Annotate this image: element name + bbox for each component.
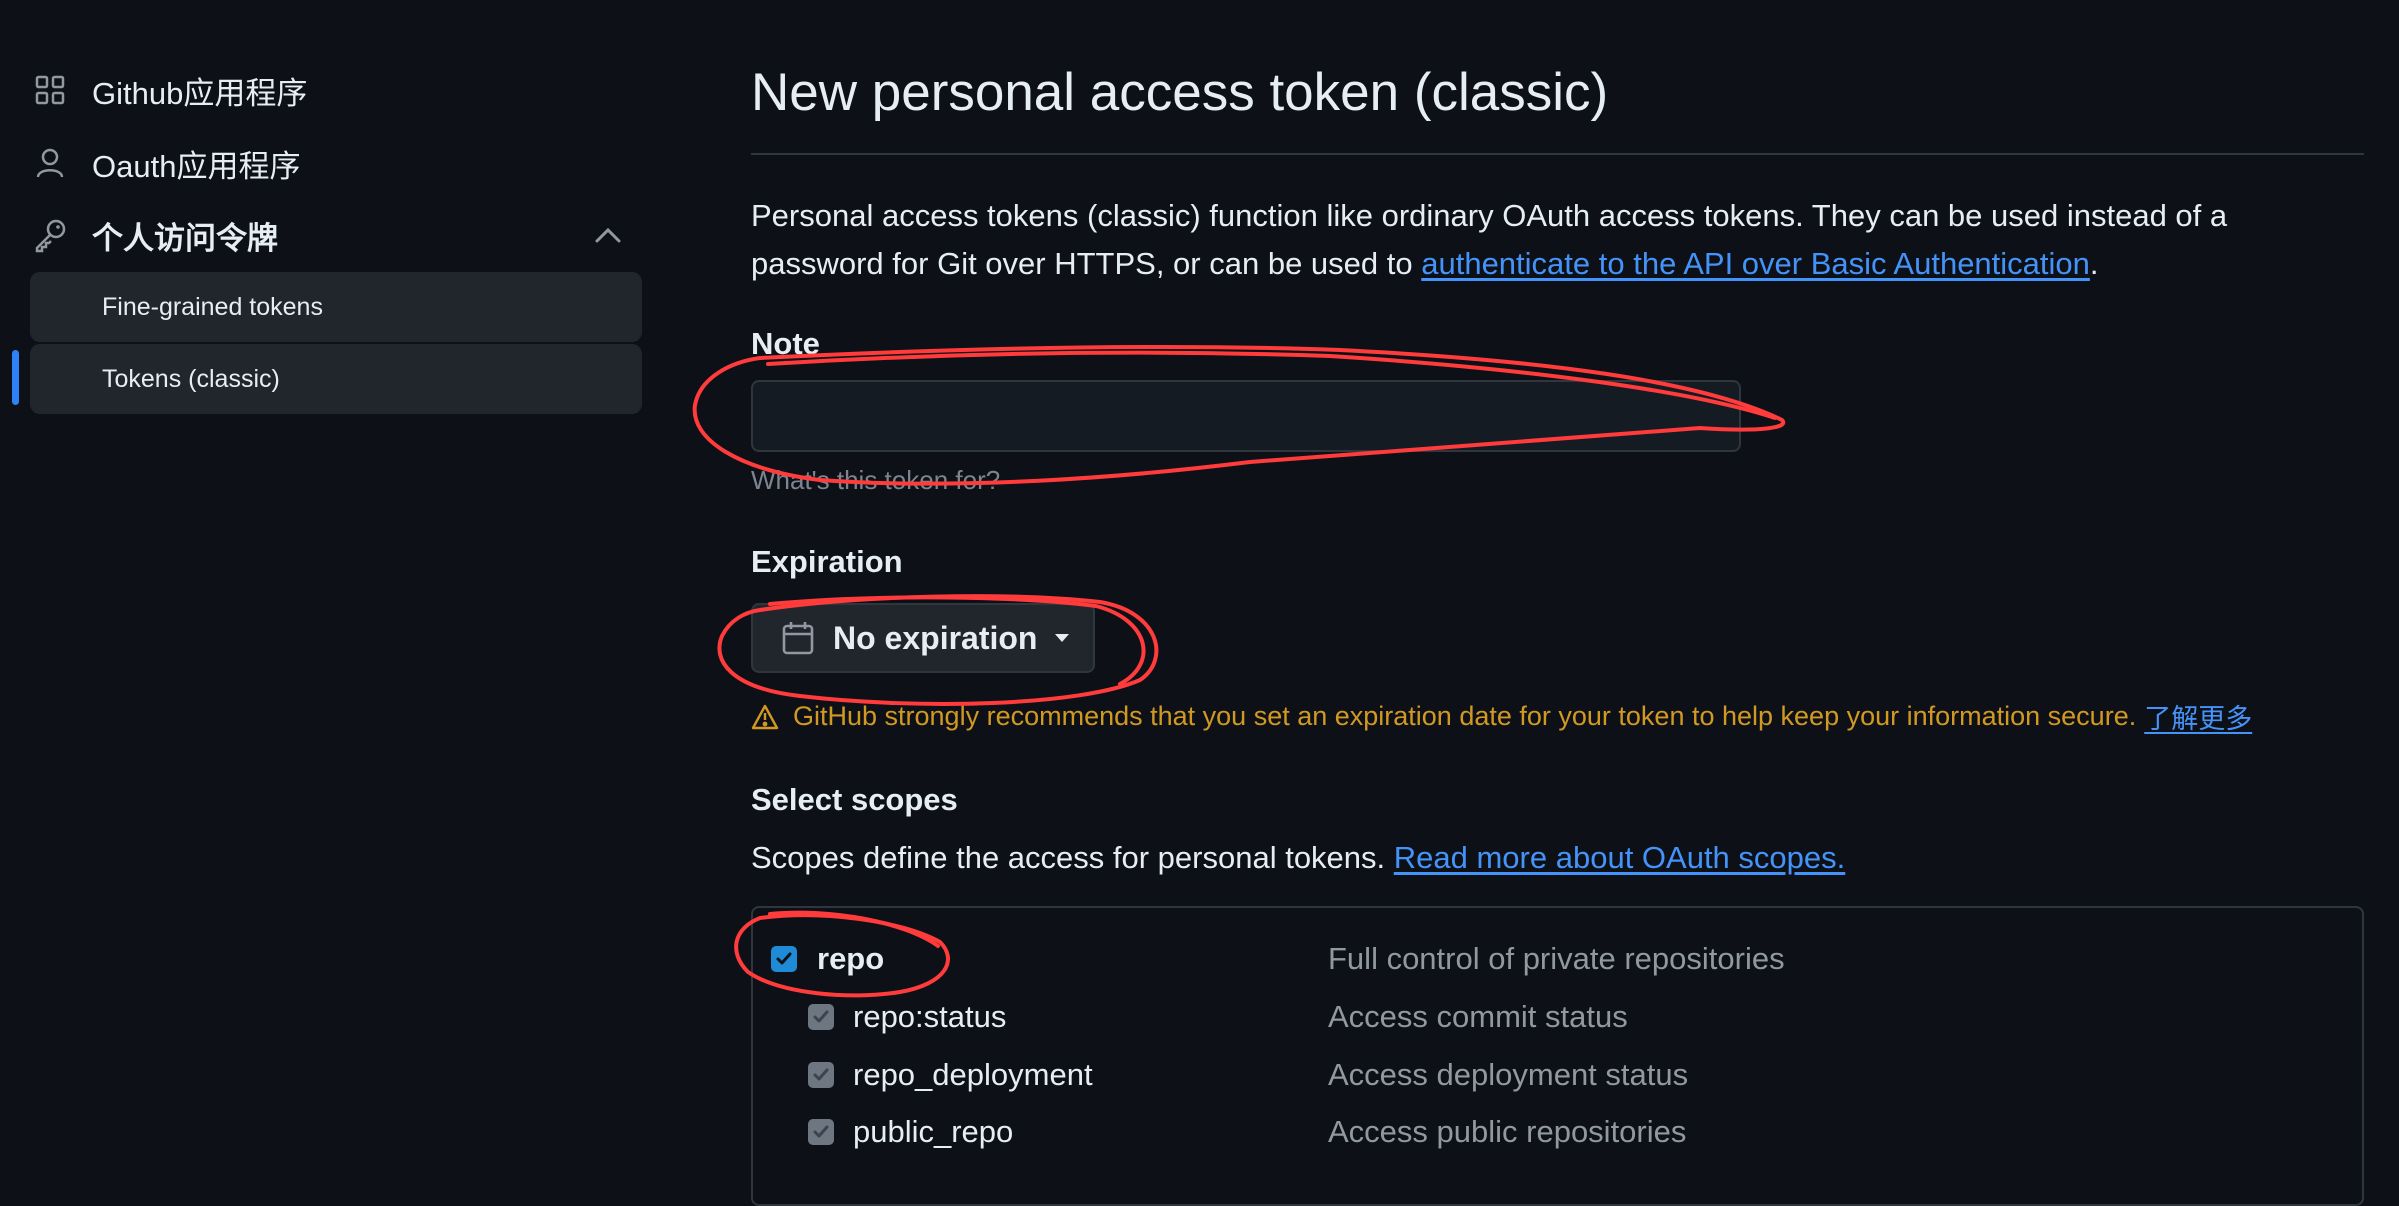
sidebar-item-personal-access-tokens[interactable]: 个人访问令牌 (30, 205, 278, 265)
title-divider (751, 153, 2364, 155)
expiration-label: Expiration (751, 544, 903, 579)
scope-description: Full control of private repositories (1328, 941, 1785, 976)
note-hint: What's this token for? (751, 465, 1001, 495)
scope-name: repo_deployment (853, 1057, 1093, 1092)
basic-auth-link[interactable]: authenticate to the API over Basic Authe… (1421, 246, 2090, 281)
apps-grid-icon (30, 70, 70, 110)
scope-checkbox-repo-deployment[interactable] (808, 1062, 834, 1088)
scope-name: repo (817, 941, 885, 976)
scope-checkbox-repo[interactable] (771, 946, 797, 972)
sidebar-subitem-tokens-classic[interactable]: Tokens (classic) (30, 344, 642, 414)
intro-end: . (2089, 246, 2099, 281)
sidebar-item-github-apps[interactable]: Github应用程序 (30, 60, 307, 120)
scope-checkbox-public-repo[interactable] (808, 1119, 834, 1145)
scope-checkbox-repo-status[interactable] (808, 1004, 834, 1030)
page-title: New personal access token (classic) (751, 63, 1609, 122)
note-label: Note (751, 326, 820, 361)
chevron-up-icon[interactable] (588, 218, 628, 252)
scopes-description: Scopes define the access for personal to… (751, 840, 1845, 876)
sidebar-subitem-label: Fine-grained tokens (102, 292, 323, 321)
expiration-selected-value: No expiration (833, 619, 1038, 656)
alert-icon (751, 704, 779, 730)
key-icon (30, 215, 70, 255)
warning-text: GitHub strongly recommends that you set … (793, 701, 2137, 731)
learn-more-link[interactable]: 了解更多 (2144, 697, 2252, 736)
active-indicator (12, 350, 19, 405)
sidebar-subitem-label: Tokens (classic) (102, 364, 280, 393)
sidebar-item-oauth-apps[interactable]: Oauth应用程序 (30, 133, 300, 193)
expiration-warning: GitHub strongly recommends that you set … (751, 697, 2252, 736)
scope-row: repo_deployment Access deployment status (753, 1050, 2366, 1100)
scope-name: public_repo (853, 1114, 1014, 1149)
sidebar-subitem-fine-grained-tokens[interactable]: Fine-grained tokens (30, 272, 642, 342)
scope-description: Access deployment status (1328, 1057, 1689, 1092)
sidebar-item-label: Oauth应用程序 (92, 148, 301, 184)
scopes-description-text: Scopes define the access for personal to… (751, 840, 1394, 875)
sidebar-item-label: Github应用程序 (92, 75, 308, 111)
scope-row: public_repo Access public repositories (753, 1107, 2366, 1157)
sidebar-item-label: 个人访问令牌 (92, 220, 278, 256)
scope-description: Access public repositories (1328, 1114, 1687, 1149)
settings-sidebar: Github应用程序 Oauth应用程序 个人访问令牌 Fine-grained… (0, 0, 660, 1185)
scope-description: Access commit status (1328, 999, 1628, 1034)
note-input[interactable] (751, 380, 1741, 452)
scopes-list: repo Full control of private repositorie… (751, 906, 2364, 1206)
expiration-dropdown[interactable]: No expiration (751, 603, 1095, 673)
person-icon (30, 143, 70, 183)
oauth-scopes-link[interactable]: Read more about OAuth scopes. (1394, 840, 1845, 875)
intro-paragraph: Personal access tokens (classic) functio… (751, 192, 2364, 288)
scope-name: repo:status (853, 999, 1007, 1034)
calendar-icon (781, 620, 815, 656)
scope-row: repo:status Access commit status (753, 992, 2366, 1042)
caret-down-icon (1053, 632, 1071, 644)
select-scopes-label: Select scopes (751, 782, 958, 817)
scope-row: repo Full control of private repositorie… (753, 934, 2366, 984)
